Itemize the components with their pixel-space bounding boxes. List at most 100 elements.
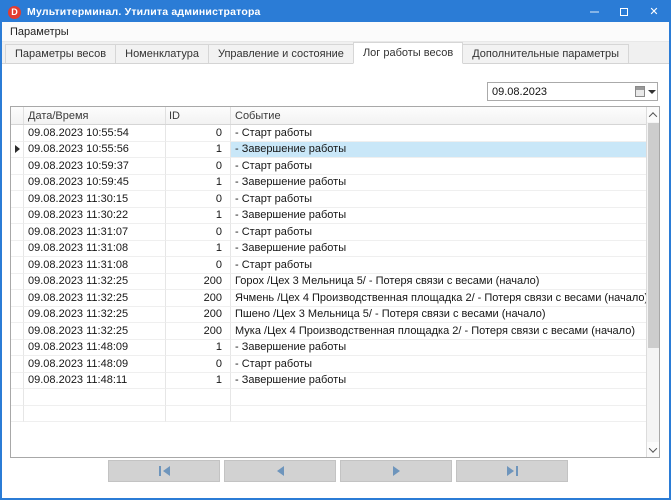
- table-body: 09.08.2023 10:55:540- Старт работы09.08.…: [11, 125, 659, 422]
- table-row[interactable]: 09.08.2023 10:55:540- Старт работы: [11, 125, 659, 142]
- cell-datetime: 09.08.2023 11:30:22: [24, 208, 166, 225]
- cell-id: 1: [166, 175, 231, 192]
- row-gutter: [11, 158, 24, 175]
- table-row[interactable]: 09.08.2023 10:59:370- Старт работы: [11, 158, 659, 175]
- row-gutter: [11, 125, 24, 142]
- previous-record-button[interactable]: [224, 460, 336, 482]
- calendar-icon: [635, 86, 645, 97]
- date-filter-input[interactable]: [488, 83, 634, 100]
- cell-id: 0: [166, 125, 231, 142]
- cell-id: 1: [166, 340, 231, 357]
- cell-id: 0: [166, 191, 231, 208]
- row-gutter: [11, 224, 24, 241]
- cell-datetime: 09.08.2023 11:48:11: [24, 373, 166, 390]
- cell-datetime: 09.08.2023 11:32:25: [24, 274, 166, 291]
- cell-event: - Старт работы: [231, 224, 646, 241]
- next-record-button[interactable]: [340, 460, 452, 482]
- chevron-down-icon: [649, 444, 657, 452]
- close-icon: ✕: [649, 7, 658, 18]
- header-gutter: [11, 107, 24, 124]
- empty-row: [11, 389, 659, 406]
- row-gutter: [11, 142, 24, 159]
- cell-event: Пшено /Цех 3 Мельница 5/ - Потеря связи …: [231, 307, 646, 324]
- cell-event: - Старт работы: [231, 191, 646, 208]
- empty-cell: [24, 389, 166, 406]
- grid-header: Дата/Время ID Событие: [11, 107, 659, 125]
- tab-control-and-state[interactable]: Управление и состояние: [208, 44, 354, 63]
- table-row[interactable]: 09.08.2023 10:59:451- Завершение работы: [11, 175, 659, 192]
- cell-event: - Завершение работы: [231, 175, 646, 192]
- table-row[interactable]: 09.08.2023 11:31:080- Старт работы: [11, 257, 659, 274]
- cell-id: 0: [166, 356, 231, 373]
- minimize-icon: [590, 11, 599, 13]
- row-gutter: [11, 175, 24, 192]
- close-button[interactable]: ✕: [639, 2, 669, 22]
- scroll-down-button[interactable]: [647, 442, 659, 457]
- cell-datetime: 09.08.2023 11:48:09: [24, 340, 166, 357]
- first-record-button[interactable]: [108, 460, 220, 482]
- menu-item-parameters[interactable]: Параметры: [2, 22, 77, 41]
- empty-cell: [231, 406, 646, 423]
- app-icon: D: [8, 6, 21, 19]
- date-filter: [487, 82, 658, 101]
- tab-nomenclature[interactable]: Номенклатура: [115, 44, 209, 63]
- table-row[interactable]: 09.08.2023 11:32:25200Пшено /Цех 3 Мельн…: [11, 307, 659, 324]
- table-row[interactable]: 09.08.2023 11:32:25200Мука /Цех 4 Произв…: [11, 323, 659, 340]
- cell-event: - Старт работы: [231, 125, 646, 142]
- row-gutter: [11, 373, 24, 390]
- row-gutter: [11, 340, 24, 357]
- vertical-scrollbar[interactable]: [646, 107, 659, 457]
- cell-id: 200: [166, 323, 231, 340]
- log-grid: Дата/Время ID Событие 09.08.2023 10:55:5…: [10, 106, 660, 458]
- column-header-event[interactable]: Событие: [231, 107, 646, 124]
- date-filter-dropdown-button[interactable]: [634, 83, 657, 100]
- table-row[interactable]: 09.08.2023 11:31:070- Старт работы: [11, 224, 659, 241]
- cell-datetime: 09.08.2023 11:32:25: [24, 323, 166, 340]
- tab-scale-parameters[interactable]: Параметры весов: [5, 44, 116, 63]
- maximize-icon: [620, 8, 628, 16]
- row-gutter: [11, 257, 24, 274]
- table-row[interactable]: 09.08.2023 11:32:25200Горох /Цех 3 Мельн…: [11, 274, 659, 291]
- cell-id: 0: [166, 257, 231, 274]
- scroll-up-button[interactable]: [647, 107, 659, 122]
- empty-cell: [11, 406, 24, 423]
- row-gutter: [11, 274, 24, 291]
- minimize-button[interactable]: [579, 2, 609, 22]
- table-row[interactable]: 09.08.2023 11:48:091- Завершение работы: [11, 340, 659, 357]
- tab-scale-log[interactable]: Лог работы весов: [353, 42, 463, 64]
- cell-datetime: 09.08.2023 11:30:15: [24, 191, 166, 208]
- cell-id: 200: [166, 274, 231, 291]
- cell-event: - Старт работы: [231, 257, 646, 274]
- cell-datetime: 09.08.2023 11:31:08: [24, 241, 166, 258]
- cell-event: - Завершение работы: [231, 142, 646, 159]
- column-header-datetime[interactable]: Дата/Время: [24, 107, 166, 124]
- last-record-icon-bar: [516, 466, 518, 476]
- cell-datetime: 09.08.2023 11:32:25: [24, 307, 166, 324]
- row-gutter: [11, 241, 24, 258]
- cell-event: - Завершение работы: [231, 208, 646, 225]
- maximize-button[interactable]: [609, 2, 639, 22]
- cell-id: 1: [166, 142, 231, 159]
- table-row[interactable]: 09.08.2023 11:30:221- Завершение работы: [11, 208, 659, 225]
- cell-event: Ячмень /Цех 4 Производственная площадка …: [231, 290, 646, 307]
- empty-cell: [24, 406, 166, 423]
- cell-event: - Завершение работы: [231, 340, 646, 357]
- last-record-button[interactable]: [456, 460, 568, 482]
- tab-additional-parameters[interactable]: Дополнительные параметры: [462, 44, 629, 63]
- column-header-id[interactable]: ID: [166, 107, 231, 124]
- current-row-marker-icon: [15, 145, 20, 153]
- cell-event: - Завершение работы: [231, 373, 646, 390]
- table-row[interactable]: 09.08.2023 11:32:25200Ячмень /Цех 4 Прои…: [11, 290, 659, 307]
- last-record-icon: [507, 466, 514, 476]
- table-row[interactable]: 09.08.2023 10:55:561- Завершение работы: [11, 142, 659, 159]
- row-gutter: [11, 307, 24, 324]
- scrollbar-thumb[interactable]: [648, 123, 659, 348]
- row-gutter: [11, 191, 24, 208]
- cell-datetime: 09.08.2023 11:31:07: [24, 224, 166, 241]
- table-row[interactable]: 09.08.2023 11:48:090- Старт работы: [11, 356, 659, 373]
- cell-id: 200: [166, 290, 231, 307]
- table-row[interactable]: 09.08.2023 11:31:081- Завершение работы: [11, 241, 659, 258]
- table-row[interactable]: 09.08.2023 11:48:111- Завершение работы: [11, 373, 659, 390]
- dropdown-arrow-icon: [648, 90, 656, 94]
- table-row[interactable]: 09.08.2023 11:30:150- Старт работы: [11, 191, 659, 208]
